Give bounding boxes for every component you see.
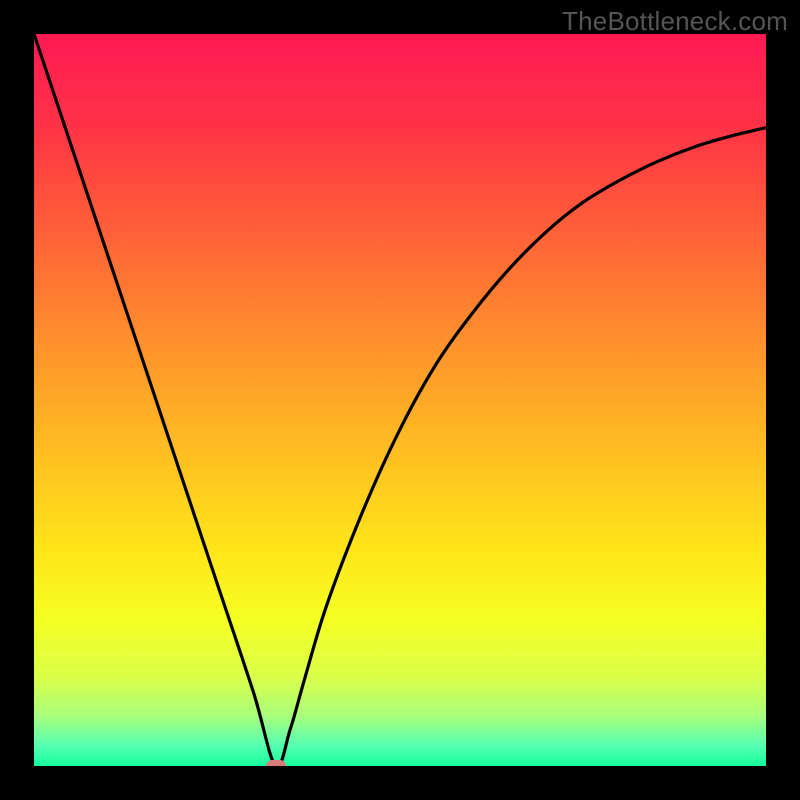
optimum-marker <box>266 760 286 766</box>
plot-area <box>34 34 766 766</box>
bottleneck-curve <box>34 34 766 766</box>
watermark-text: TheBottleneck.com <box>562 6 788 37</box>
chart-frame: TheBottleneck.com <box>0 0 800 800</box>
